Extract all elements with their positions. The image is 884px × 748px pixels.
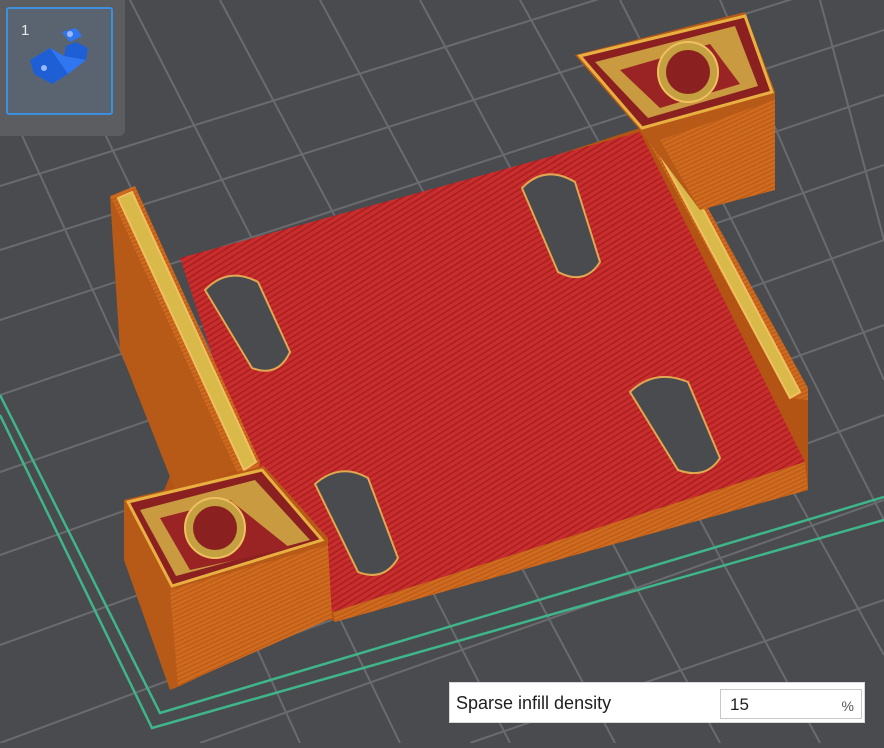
plate-thumbnail-panel: 1 xyxy=(0,0,125,136)
percent-unit: % xyxy=(841,698,854,714)
infill-density-value[interactable]: 15 xyxy=(730,695,749,715)
infill-density-setting: Sparse infill density 15 % xyxy=(449,682,865,723)
setting-label: Sparse infill density xyxy=(456,693,612,713)
3d-viewport[interactable] xyxy=(0,0,884,744)
plate-model-preview-icon xyxy=(30,28,88,84)
infill-density-input[interactable]: 15 % xyxy=(720,689,862,719)
sliced-model-scene xyxy=(0,0,884,744)
